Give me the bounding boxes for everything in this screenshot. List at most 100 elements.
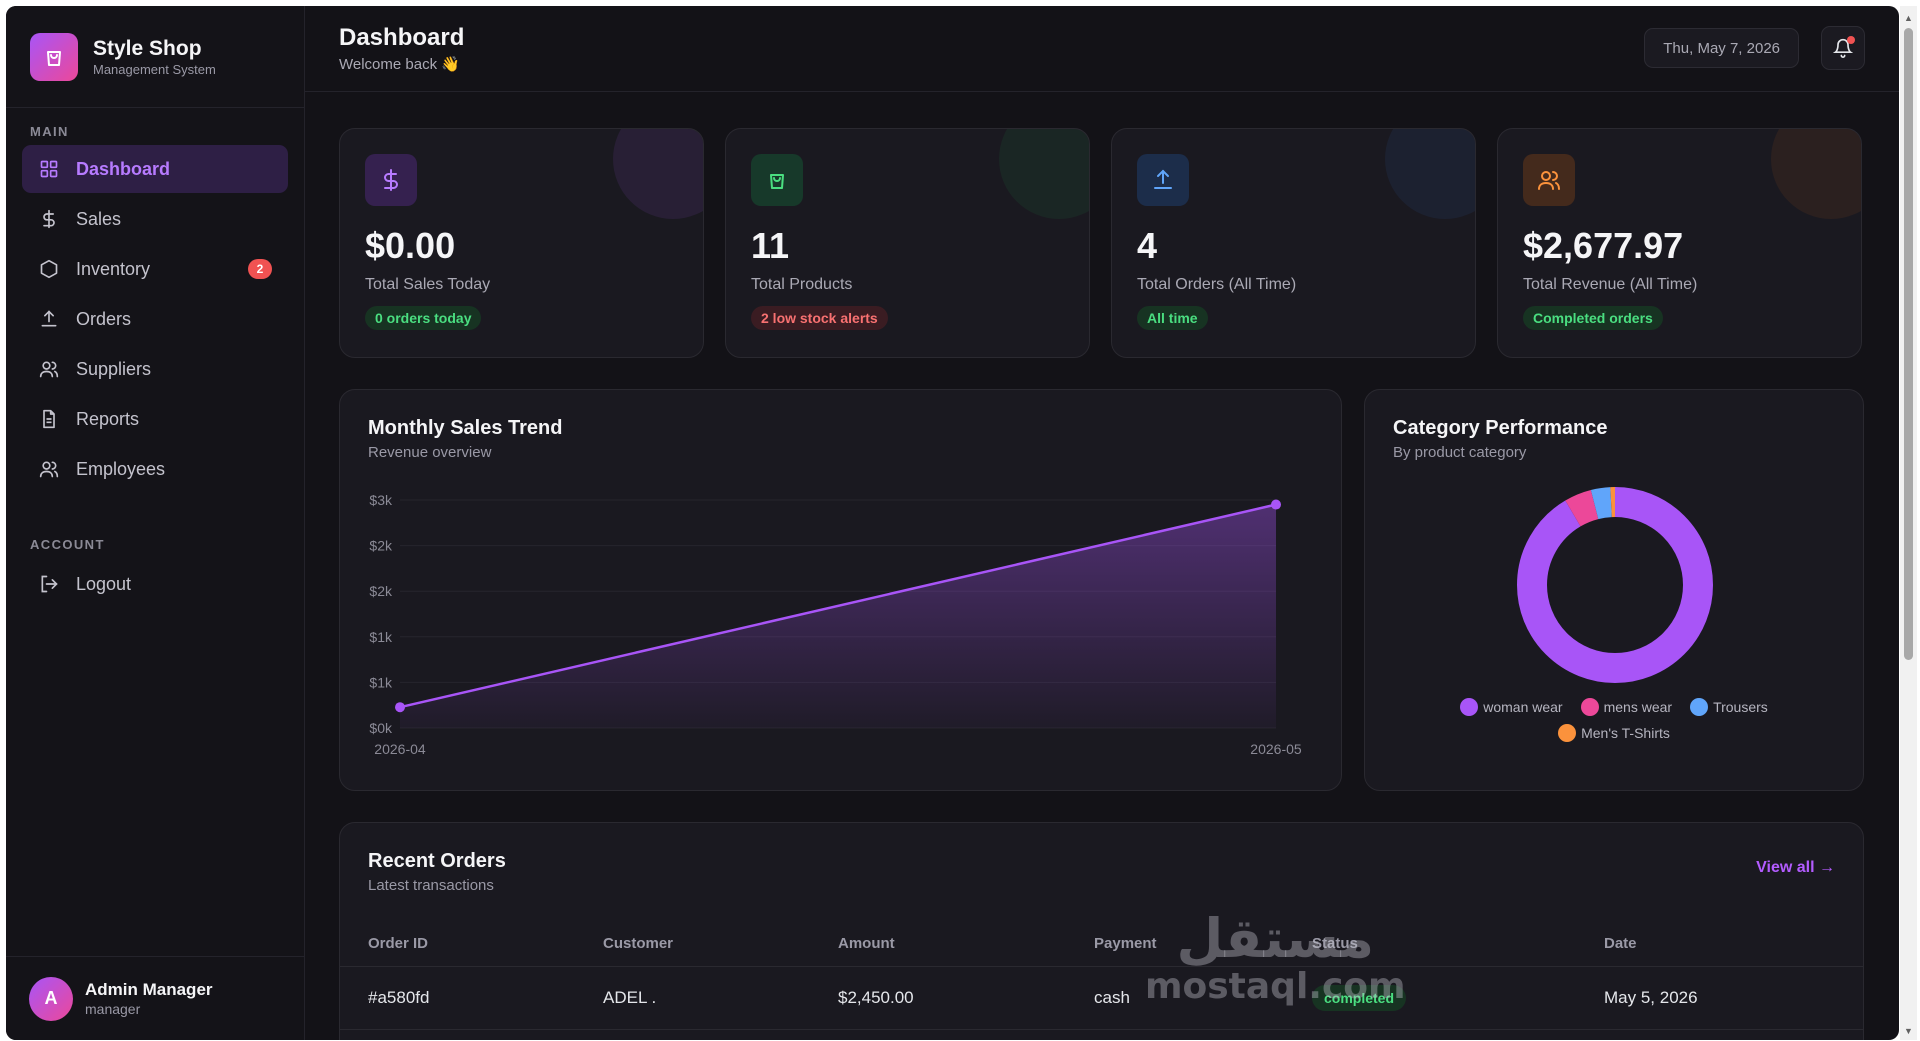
card-subtitle: Latest transactions: [368, 877, 494, 894]
legend-label: mens wear: [1603, 699, 1673, 715]
stat-card-revenue: $2,677.97 Total Revenue (All Time) Compl…: [1497, 128, 1862, 358]
upload-icon: [1137, 154, 1189, 206]
sidebar-item-dashboard[interactable]: Dashboard: [22, 145, 288, 193]
notifications-button[interactable]: [1821, 26, 1865, 70]
data-point: [395, 702, 405, 713]
legend-label: Men's T-Shirts: [1581, 725, 1670, 741]
sidebar-item-employees[interactable]: Employees: [22, 445, 288, 493]
date-display: Thu, May 7, 2026: [1644, 28, 1799, 68]
sidebar-item-label: Reports: [76, 408, 140, 429]
sidebar-item-label: Orders: [76, 308, 132, 329]
stat-label: Total Orders (All Time): [1137, 276, 1297, 293]
dollar-icon: [36, 206, 62, 232]
scroll-down-arrow-icon[interactable]: ▼: [1903, 1025, 1914, 1036]
order-date: May 5, 2026: [1604, 988, 1698, 1007]
column-header: Customer: [603, 935, 674, 952]
stat-value: 4: [1137, 225, 1158, 266]
notification-dot: [1847, 36, 1855, 44]
dollar-icon: [365, 154, 417, 206]
stat-value: $0.00: [365, 225, 456, 266]
stat-label: Total Sales Today: [365, 276, 491, 293]
stat-card-orders: 4 Total Orders (All Time) All time: [1111, 128, 1476, 358]
logout-label: Logout: [76, 573, 132, 594]
brand: Style Shop Management System: [6, 6, 304, 108]
users-icon: [36, 356, 62, 382]
stat-value: 11: [751, 225, 790, 266]
column-header: Amount: [838, 935, 895, 952]
logout-button[interactable]: Logout: [22, 560, 288, 608]
app-window: Style Shop Management System MAIN Dashbo…: [6, 6, 1899, 1040]
status-badge: 2 low stock alerts: [751, 306, 888, 330]
y-tick-label: $3k: [369, 492, 393, 508]
nav-section-account: ACCOUNT: [30, 537, 105, 552]
page-scrollbar[interactable]: ▲ ▼: [1900, 6, 1917, 1040]
user-role: manager: [85, 1001, 141, 1017]
sidebar-item-suppliers[interactable]: Suppliers: [22, 345, 288, 393]
order-id: #a580fd: [368, 988, 430, 1007]
sidebar-item-sales[interactable]: Sales: [22, 195, 288, 243]
table-row[interactable]: #a580fd ADEL . $2,450.00 cash completed …: [340, 968, 1863, 1030]
legend-item[interactable]: Men's T-Shirts: [1558, 724, 1670, 742]
shopping-bag-icon: [751, 154, 803, 206]
sidebar-item-label: Dashboard: [76, 158, 171, 179]
customer-name: ADEL .: [603, 988, 657, 1007]
sidebar-item-orders[interactable]: Orders: [22, 295, 288, 343]
stat-value: $2,677.97: [1523, 225, 1684, 266]
box-icon: [36, 256, 62, 282]
y-tick-label: $0k: [369, 720, 393, 736]
sidebar-item-label: Inventory: [76, 258, 151, 279]
x-tick-label: 2026-04: [374, 741, 426, 757]
logout-icon: [36, 571, 62, 597]
card-decoration: [999, 129, 1089, 219]
page-subtitle: Welcome back 👋: [339, 56, 460, 73]
sidebar-item-label: Suppliers: [76, 358, 152, 379]
account-nav: Logout: [6, 560, 304, 608]
inventory-alert-badge: 2: [248, 259, 272, 279]
legend-item[interactable]: woman wear: [1460, 698, 1563, 716]
legend-label: woman wear: [1483, 699, 1563, 715]
monthly-sales-chart: $0k $1k $1k $2k $2k $3k 2026-04 2026-05: [369, 492, 1301, 757]
legend-label: Trousers: [1713, 699, 1768, 715]
y-tick-label: $2k: [369, 583, 393, 599]
data-point: [1271, 499, 1281, 510]
y-tick-label: $1k: [369, 674, 393, 690]
dashboard-content: $0.00 Total Sales Today 0 orders today 1…: [339, 128, 1864, 1040]
view-all-link[interactable]: View all →: [1756, 859, 1835, 877]
scrollbar-thumb[interactable]: [1904, 28, 1913, 660]
legend-color-dot: [1690, 698, 1709, 716]
user-profile[interactable]: A Admin Manager manager: [6, 956, 304, 1040]
card-decoration: [1771, 129, 1861, 219]
user-name: Admin Manager: [85, 980, 213, 999]
charts-row: Monthly Sales Trend Revenue overview $0k…: [339, 389, 1864, 791]
avatar: A: [29, 976, 73, 1021]
shopping-bag-icon: [30, 32, 78, 81]
main-content: Dashboard Welcome back 👋 Thu, May 7, 202…: [305, 6, 1899, 1040]
stats-row: $0.00 Total Sales Today 0 orders today 1…: [339, 128, 1864, 358]
legend-color-dot: [1580, 698, 1599, 716]
sales-area-fill: [400, 504, 1276, 728]
sidebar-item-label: Employees: [76, 458, 166, 479]
scroll-up-arrow-icon[interactable]: ▲: [1903, 12, 1914, 23]
legend-item[interactable]: Trousers: [1690, 698, 1768, 716]
brand-name: Style Shop: [93, 36, 202, 60]
payment-method: cash: [1094, 988, 1130, 1007]
watermark-latin: mostaql.com: [1145, 966, 1406, 1007]
watermark: مستقل mostaql.com: [1145, 911, 1406, 1007]
card-decoration: [1385, 129, 1475, 219]
category-performance-card: Category Performance By product category…: [1364, 389, 1864, 791]
donut-slices: [1517, 487, 1713, 683]
pie-slice: [1517, 487, 1713, 683]
table-header: Order ID Customer Amount Payment Status …: [340, 923, 1863, 967]
y-tick-label: $1k: [369, 629, 393, 645]
brand-subtitle: Management System: [93, 61, 216, 77]
status-badge: 0 orders today: [365, 306, 482, 330]
legend-item[interactable]: mens wear: [1580, 698, 1673, 716]
topbar: Dashboard Welcome back 👋 Thu, May 7, 202…: [305, 6, 1899, 92]
recent-orders-card: Recent Orders Latest transactions View a…: [339, 822, 1864, 1040]
card-decoration: [613, 129, 703, 219]
sidebar-item-inventory[interactable]: Inventory 2: [22, 245, 288, 293]
column-header: Order ID: [368, 935, 429, 952]
users-icon: [1523, 154, 1575, 206]
main-nav: Dashboard Sales Inventory 2 Orders Suppl…: [6, 145, 304, 493]
sidebar-item-reports[interactable]: Reports: [22, 395, 288, 443]
